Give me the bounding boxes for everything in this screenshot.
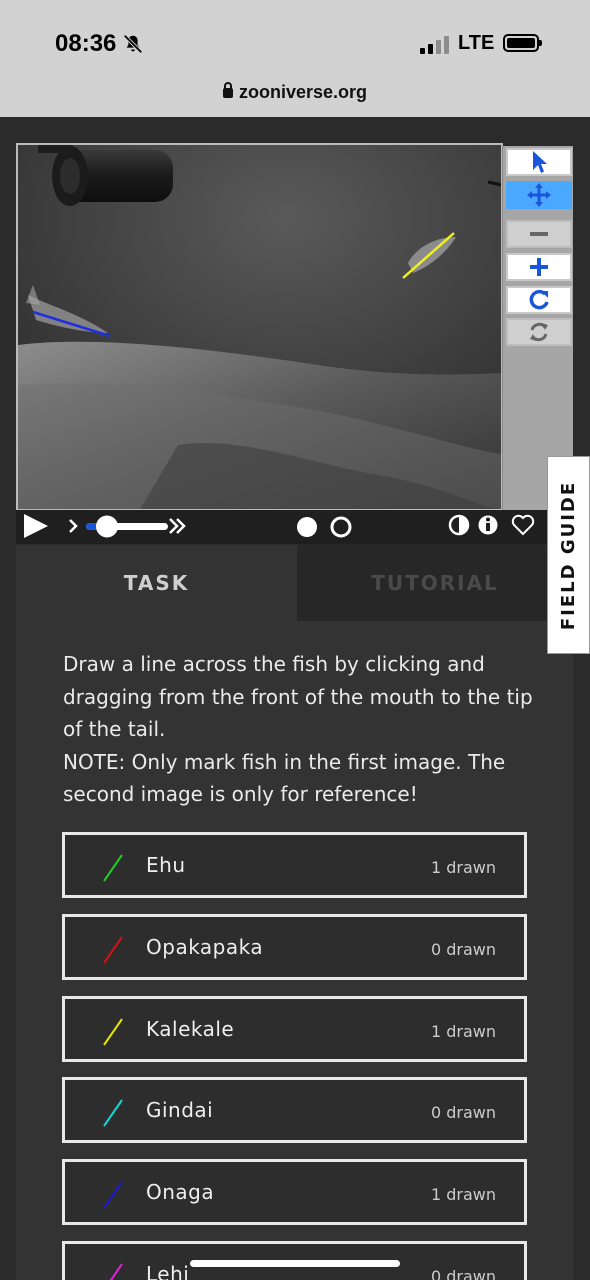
option-label: Opakapaka [146,935,264,959]
battery-icon [503,34,542,52]
zoom-out-button[interactable] [506,220,572,248]
tab-task[interactable]: TASK [16,545,297,621]
instruction-text: Draw a line across the fish by clicking … [63,652,533,741]
option-label: Onaga [146,1180,215,1204]
tab-tutorial[interactable]: TUTORIAL [297,545,573,621]
home-indicator [190,1260,400,1267]
option-count: 1 drawn [430,1022,496,1041]
rotate-button[interactable] [506,286,572,314]
status-time: 08:36 [55,30,144,58]
rotate-icon [529,289,549,310]
network-type: LTE [458,32,495,54]
plus-icon [530,258,548,276]
move-arrows-icon [527,183,551,207]
line-tool-icon [103,1181,123,1209]
option-count: 1 drawn [430,1185,496,1204]
signal-icon [420,36,449,54]
subject-image-viewer[interactable] [16,143,503,511]
minus-icon [530,232,548,236]
speed-slider-thumb[interactable] [96,515,118,538]
field-guide-label: FIELD GUIDE [558,480,580,630]
frame-player-bar [16,510,574,544]
option-count: 0 drawn [430,1267,496,1280]
contrast-icon[interactable] [448,514,470,536]
option-label: Lehi [146,1262,190,1280]
line-tool-icon [103,854,123,882]
option-count: 0 drawn [430,940,496,959]
line-tool-icon [103,1099,123,1127]
zoom-in-button[interactable] [506,253,572,281]
tool-option-onaga[interactable]: Onaga 1 drawn [62,1159,527,1225]
tool-option-ehu[interactable]: Ehu 1 drawn [62,832,527,898]
option-count: 1 drawn [430,858,496,877]
tool-option-opakapaka[interactable]: Opakapaka 0 drawn [62,914,527,980]
double-chevron-right-icon[interactable] [169,518,186,534]
reset-button[interactable] [506,318,572,346]
field-guide-button[interactable]: FIELD GUIDE [547,456,590,654]
instruction-note: NOTE: Only mark fish in the first image.… [63,749,506,807]
browser-chrome: 08:36 LTE zooniverse.org [0,0,590,117]
option-label: Gindai [146,1098,214,1122]
play-icon[interactable] [24,514,48,538]
line-tool-icon [109,1263,123,1280]
lock-icon [222,82,233,98]
frame-dot-next[interactable] [330,516,352,538]
underwater-fish-image[interactable] [18,145,503,511]
silent-bell-icon [123,34,143,54]
chevron-right-icon[interactable] [69,519,78,533]
tool-option-kalekale[interactable]: Kalekale 1 drawn [62,996,527,1062]
tool-option-gindai[interactable]: Gindai 0 drawn [62,1077,527,1143]
move-tool-button[interactable] [506,181,572,209]
line-tool-icon [103,936,123,964]
line-tool-icon [103,1018,123,1046]
info-icon[interactable] [478,515,498,535]
heart-icon[interactable] [511,514,535,536]
url-text: zooniverse.org [238,82,368,102]
arrow-pointer-icon [533,151,547,173]
task-instructions: Draw a line across the fish by clicking … [63,648,543,811]
option-count: 0 drawn [430,1103,496,1122]
refresh-icon [530,322,548,342]
frame-dot-current[interactable] [297,517,317,537]
option-label: Kalekale [146,1017,235,1041]
url-bar[interactable]: zooniverse.org [0,82,590,103]
option-label: Ehu [146,853,186,877]
pointer-tool-button[interactable] [506,148,572,176]
time-text: 08:36 [55,30,117,57]
